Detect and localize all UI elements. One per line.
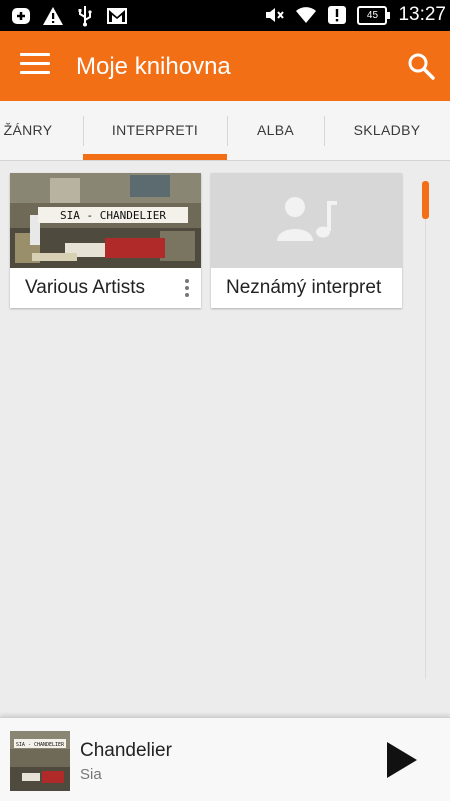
app-bar: Moje knihovna xyxy=(0,31,450,101)
now-playing-bar[interactable]: SIA - CHANDELIER Chandelier Sia xyxy=(0,717,450,801)
now-playing-artist: Sia xyxy=(80,766,102,783)
add-box-icon xyxy=(10,5,32,27)
tab-interpreti[interactable]: INTERPRETI xyxy=(83,101,227,160)
play-icon[interactable] xyxy=(383,740,421,780)
tab-bar: ŽÁNRY INTERPRETI ALBA SKLADBY xyxy=(0,101,450,161)
search-icon[interactable] xyxy=(406,51,436,81)
warning-icon xyxy=(42,5,64,27)
album-art: SIA - CHANDELIER xyxy=(10,173,201,268)
album-art-text: SIA - CHANDELIER xyxy=(16,742,65,748)
gmail-icon xyxy=(106,5,128,27)
wifi-icon xyxy=(295,4,317,26)
artist-name: Various Artists xyxy=(25,277,146,298)
artist-name: Neznámý interpret xyxy=(226,277,382,298)
battery-indicator: 45 xyxy=(357,5,391,25)
hamburger-menu-icon[interactable] xyxy=(20,53,50,79)
clock: 13:27 xyxy=(398,4,446,25)
now-playing-album-art: SIA - CHANDELIER xyxy=(10,731,70,791)
mute-icon xyxy=(264,4,286,26)
page-title: Moje knihovna xyxy=(76,53,231,80)
status-bar: 45 13:27 xyxy=(0,0,450,31)
tab-zanry[interactable]: ŽÁNRY xyxy=(0,101,64,160)
artist-card-unknown[interactable]: Neznámý interpret xyxy=(211,173,402,308)
alert-box-icon xyxy=(326,4,348,26)
scrollbar-thumb[interactable] xyxy=(422,181,429,219)
tab-skladby[interactable]: SKLADBY xyxy=(324,101,450,160)
active-tab-indicator xyxy=(83,154,227,160)
scrollbar-track xyxy=(425,181,426,679)
artist-grid[interactable]: SIA - CHANDELIER Various Artists Neznámý… xyxy=(0,161,450,717)
tab-alba[interactable]: ALBA xyxy=(227,101,324,160)
more-vert-icon[interactable] xyxy=(183,279,191,301)
album-art-text: SIA - CHANDELIER xyxy=(60,209,166,222)
now-playing-title: Chandelier xyxy=(80,740,172,761)
artist-card-various-artists[interactable]: SIA - CHANDELIER Various Artists xyxy=(10,173,201,308)
artist-music-placeholder-icon xyxy=(211,173,402,268)
usb-icon xyxy=(74,5,96,27)
